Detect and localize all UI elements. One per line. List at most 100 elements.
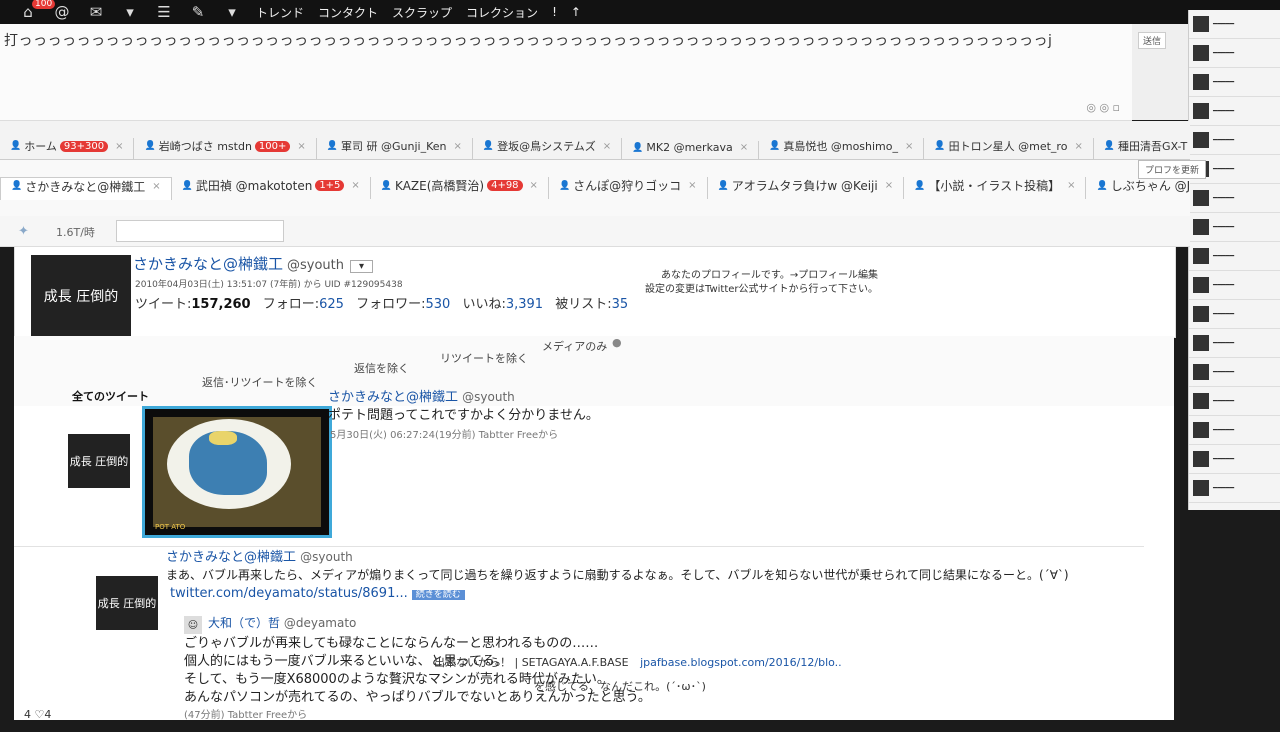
nav-collection[interactable]: コレクション <box>466 4 538 21</box>
listed-count[interactable]: 35 <box>612 297 629 312</box>
nav-arrow[interactable]: ↑ <box>571 5 581 19</box>
close-icon[interactable]: × <box>351 180 359 191</box>
tab-primary-5[interactable]: 👤 真島悦也 @moshimo_ × <box>759 138 925 159</box>
close-icon[interactable]: × <box>1074 141 1082 152</box>
list-item[interactable]: ━━━━━ <box>1189 126 1280 155</box>
compose-input[interactable]: 打っっっっっっっっっっっっっっっっっっっっっっっっっっっっっっっっっっっっっっっ… <box>4 30 1052 50</box>
close-icon[interactable]: × <box>688 180 696 191</box>
list-item[interactable]: ━━━━━ <box>1189 68 1280 97</box>
close-icon[interactable]: × <box>530 180 538 191</box>
list-item[interactable]: ━━━━━ <box>1189 300 1280 329</box>
dropdown-icon[interactable]: ▾ <box>120 3 140 21</box>
close-icon[interactable]: × <box>297 141 305 152</box>
nav-scrap[interactable]: スクラップ <box>392 4 452 21</box>
quoted-tweet[interactable]: ☺ 大和（で）哲 @deyamato ごりゃバブルが再来しても碌なことにならんな… <box>184 612 944 732</box>
list-icon[interactable]: ☰ <box>154 3 174 21</box>
tab-primary-2[interactable]: 👤 軍司 研 @Gunji_Ken × <box>317 138 473 159</box>
list-item[interactable]: ━━━━━ <box>1189 271 1280 300</box>
tweet-link-url[interactable]: twitter.com/deyamato/status/8691... <box>170 586 408 601</box>
compose-tools-icon[interactable]: ◎ ◎ ▫ <box>1086 101 1120 114</box>
list-item[interactable]: ━━━━━ <box>1189 184 1280 213</box>
likes-count[interactable]: 3,391 <box>506 297 543 312</box>
tweet-author-name[interactable]: さかきみなと@榊鐵工 <box>166 550 296 565</box>
avatar <box>1193 364 1209 380</box>
tweets-count[interactable]: 157,260 <box>191 297 250 312</box>
mail-icon[interactable]: ✉ <box>86 3 106 21</box>
follow-count[interactable]: 625 <box>319 297 344 312</box>
list-item[interactable]: ━━━━━ <box>1189 242 1280 271</box>
close-icon[interactable]: × <box>1067 180 1075 191</box>
close-icon[interactable]: × <box>905 141 913 152</box>
avatar[interactable]: 成長 圧倒的 <box>31 255 131 337</box>
menu-arrow-icon[interactable]: ▾ <box>222 3 242 21</box>
avatar[interactable]: 成長 圧倒的 <box>96 576 158 630</box>
tab-primary-4[interactable]: 👤 MK2 @merkava × <box>622 141 760 159</box>
filter-media[interactable]: メディアのみ <box>542 338 607 354</box>
list-item[interactable]: ━━━━━ <box>1189 329 1280 358</box>
tweet-media[interactable]: POT ATO <box>142 406 332 538</box>
list-item[interactable]: ━━━━━ <box>1189 97 1280 126</box>
pen-icon[interactable]: ✎ <box>188 3 208 21</box>
close-icon[interactable]: × <box>115 141 123 152</box>
tab-primary-3[interactable]: 👤 登坂@鳥システムズ × <box>473 138 623 159</box>
tab-secondary-3[interactable]: 👤 さんぽ@狩りゴッコ × <box>549 177 708 199</box>
list-item[interactable]: ━━━━━ <box>1189 387 1280 416</box>
avatar <box>1193 335 1209 351</box>
filter-no-rt[interactable]: リツイートを除く <box>440 350 528 366</box>
preview-text: 出来ないから！ | SETAGAYA.A.F.BASE <box>434 656 629 669</box>
tab-secondary-5[interactable]: 👤 【小説・イラスト投稿】 × <box>904 177 1087 199</box>
tab-secondary-6[interactable]: 👤しぶちゃん @JR1SSP× <box>1086 177 1190 199</box>
tab-primary-1[interactable]: 👤 岩崎つばさ mstdn 100+ × <box>134 138 317 159</box>
preview-link[interactable]: jpafbase.blogspot.com/2016/12/blo.. <box>640 656 842 669</box>
quote-author-name[interactable]: 大和（で）哲 <box>208 616 280 630</box>
list-item[interactable]: ━━━━━ <box>1189 358 1280 387</box>
list-item[interactable]: ━━━━━ <box>1189 445 1280 474</box>
close-icon[interactable]: × <box>885 180 893 191</box>
read-more-button[interactable]: 続きを読む <box>411 590 465 600</box>
list-item[interactable]: ━━━━━ <box>1189 39 1280 68</box>
profile-name[interactable]: さかきみなと@榊鐵工 <box>133 255 283 273</box>
profile-note-line1[interactable]: あなたのプロフィールです。→プロフィール編集 <box>645 269 878 283</box>
tab-primary-7[interactable]: 👤種田清吾GX-T @gt5+5× <box>1094 138 1190 159</box>
tab-label: 登坂@鳥システムズ <box>497 140 596 153</box>
list-item[interactable]: ━━━━━ <box>1189 416 1280 445</box>
list-item[interactable]: ━━━━━ <box>1189 10 1280 39</box>
close-icon[interactable]: × <box>152 181 160 192</box>
followers-count[interactable]: 530 <box>426 297 451 312</box>
tab-primary-0[interactable]: 👤 ホーム 93+300 × <box>0 138 135 159</box>
profile-menu-dropdown[interactable]: ▾ <box>350 260 374 273</box>
list-item[interactable]: ━━━━━ <box>1189 213 1280 242</box>
filter-no-reply[interactable]: 返信を除く <box>354 360 409 376</box>
update-profile-button[interactable]: プロフを更新 <box>1138 160 1207 179</box>
avatar <box>1193 480 1209 496</box>
close-icon[interactable]: × <box>740 142 748 153</box>
nav-trend[interactable]: トレンド <box>256 4 304 21</box>
filter-all[interactable]: 全てのツイート <box>72 388 149 408</box>
quote-meta[interactable]: (47分前) Tabtter Freeから <box>184 706 307 721</box>
close-icon[interactable]: × <box>603 141 611 152</box>
info-icon[interactable]: ● <box>612 336 622 349</box>
send-button[interactable]: 送信 <box>1138 32 1167 49</box>
close-icon[interactable]: × <box>453 141 461 152</box>
tweet-link[interactable]: twitter.com/deyamato/status/8691... 続きを読む <box>170 586 465 601</box>
tab-secondary-0[interactable]: 👤 さかきみなと@榊鐵工 × <box>0 176 172 200</box>
compose-area[interactable]: 打っっっっっっっっっっっっっっっっっっっっっっっっっっっっっっっっっっっっっっっ… <box>0 24 1132 121</box>
search-input[interactable] <box>116 220 284 242</box>
nav-contact[interactable]: コンタクト <box>318 4 378 21</box>
tweet-author-name[interactable]: さかきみなと@榊鐵工 <box>328 390 458 405</box>
avatar <box>1193 103 1209 119</box>
tab-secondary-1[interactable]: 👤 武田禎 @makototen 1+5 × <box>172 177 371 199</box>
filter-no-reply-rt[interactable]: 返信･リツイートを除く <box>202 374 318 390</box>
tweet-meta[interactable]: 5月30日(火) 06:27:24(19分前) Tabtter Freeから <box>330 426 558 441</box>
tab-secondary-2[interactable]: 👤 KAZE(高橋賢治) 4+98 × <box>371 177 549 199</box>
followers-label: フォロワー: <box>356 297 426 312</box>
tweet-item[interactable]: 成長 圧倒的 POT ATO さかきみなと@榊鐵工 @syouth ポテト問題っ… <box>14 390 1144 547</box>
list-item[interactable]: ━━━━━ <box>1189 474 1280 503</box>
mention-icon[interactable]: @ <box>52 3 72 21</box>
tab-secondary-4[interactable]: 👤 アオラムタラ負けw @Keiji × <box>708 177 905 199</box>
tab-primary-6[interactable]: 👤 田トロン星人 @met_ro × <box>924 138 1094 159</box>
home-icon[interactable]: ⌂ 100 <box>18 0 56 21</box>
nav-excl[interactable]: ! <box>552 5 557 19</box>
avatar[interactable]: 成長 圧倒的 <box>68 434 130 488</box>
tweet-author: さかきみなと@榊鐵工 @syouth <box>166 546 353 565</box>
